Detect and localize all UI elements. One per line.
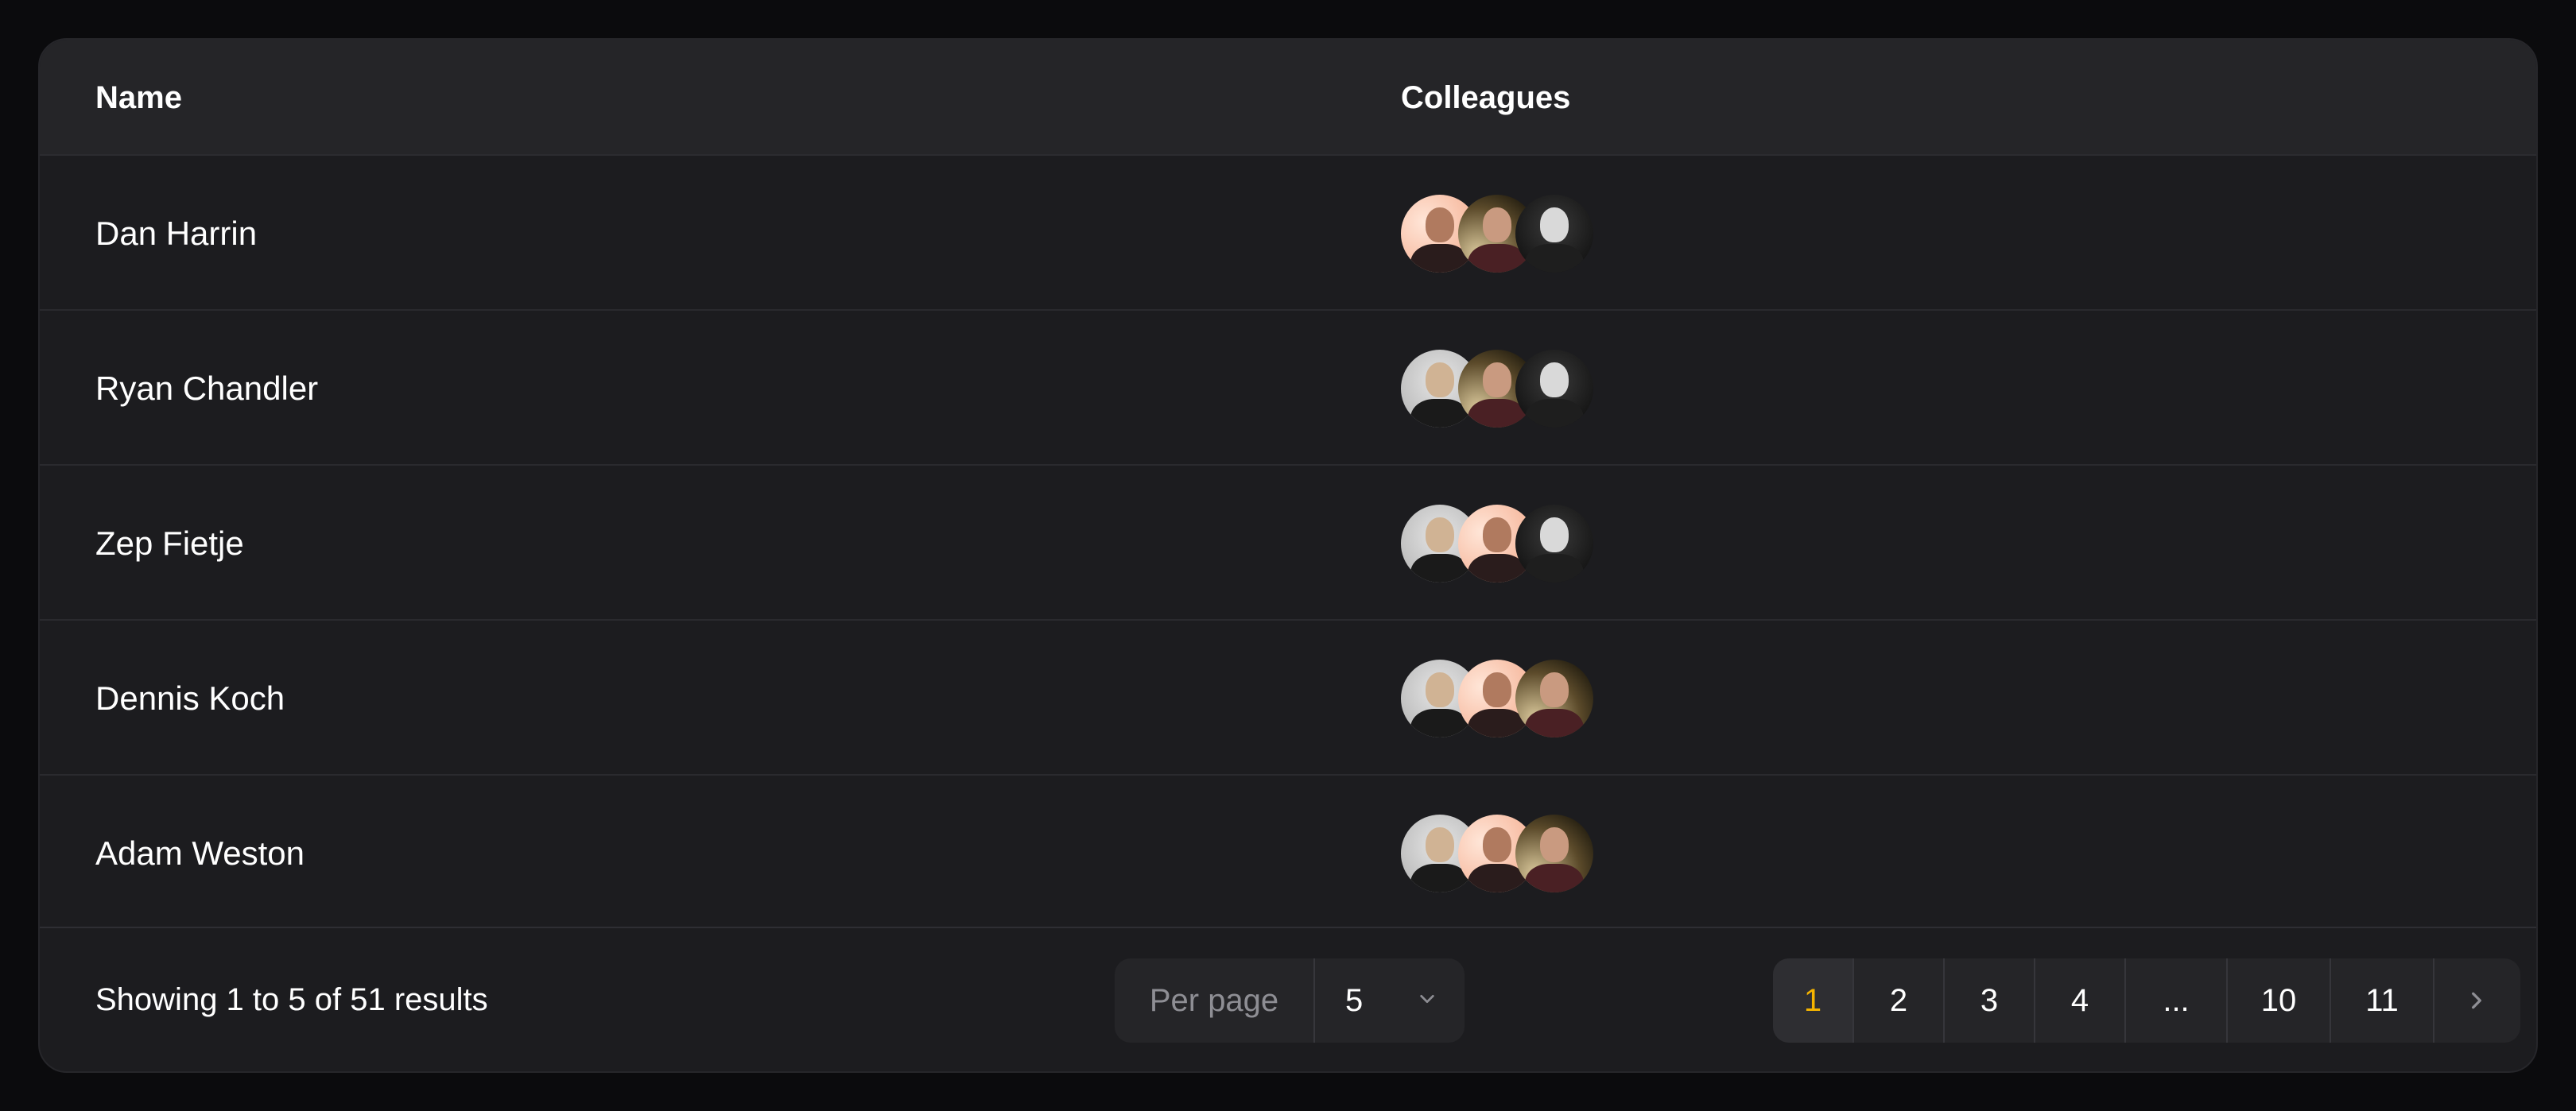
next-page-button[interactable] [2434,958,2519,1043]
table-row[interactable]: Adam Weston [40,776,2536,931]
avatar [1515,504,1593,583]
table-card: Name Colleagues Dan Harrin Ryan Chandler… [38,38,2538,1073]
page-ellipsis: ... [2126,958,2228,1043]
page-button-4[interactable]: 4 [2035,958,2126,1043]
row-name: Ryan Chandler [95,369,319,407]
results-summary: Showing 1 to 5 of 51 results [95,981,488,1017]
avatar [1515,659,1593,737]
chevron-right-icon [2472,992,2481,1009]
pagination-footer: Showing 1 to 5 of 51 results Per page 5 … [40,927,2536,1071]
page-button-3[interactable]: 3 [1945,958,2035,1043]
pagination: 1 2 3 4 ... 10 11 [1773,958,2520,1043]
table-header: Name Colleagues [40,40,2536,156]
per-page-value: 5 [1345,982,1364,1018]
row-name: Dan Harrin [95,214,258,252]
table-row[interactable]: Dan Harrin [40,156,2536,311]
colleague-avatars [1401,621,1593,776]
avatar [1515,814,1593,892]
column-header-colleagues[interactable]: Colleagues [1401,40,1570,156]
per-page-select[interactable]: 5 [1315,958,1465,1043]
page-button-2[interactable]: 2 [1854,958,1945,1043]
per-page-label: Per page [1115,958,1315,1043]
row-name: Adam Weston [95,834,305,872]
avatar [1515,194,1593,273]
table-row[interactable]: Ryan Chandler [40,311,2536,466]
page-button-1[interactable]: 1 [1773,958,1854,1043]
colleague-avatars [1401,311,1593,466]
colleague-avatars [1401,156,1593,311]
page-button-10[interactable]: 10 [2228,958,2331,1043]
avatar [1515,349,1593,428]
per-page-control[interactable]: Per page 5 [1115,958,1465,1043]
colleague-avatars [1401,466,1593,621]
page-button-11[interactable]: 11 [2331,958,2434,1043]
chevron-down-icon [1420,994,1434,1004]
table-row[interactable]: Dennis Koch [40,621,2536,776]
table-row[interactable]: Zep Fietje [40,466,2536,621]
row-name: Zep Fietje [95,524,244,562]
colleague-avatars [1401,776,1593,931]
row-name: Dennis Koch [95,679,285,717]
column-header-name[interactable]: Name [95,40,182,156]
